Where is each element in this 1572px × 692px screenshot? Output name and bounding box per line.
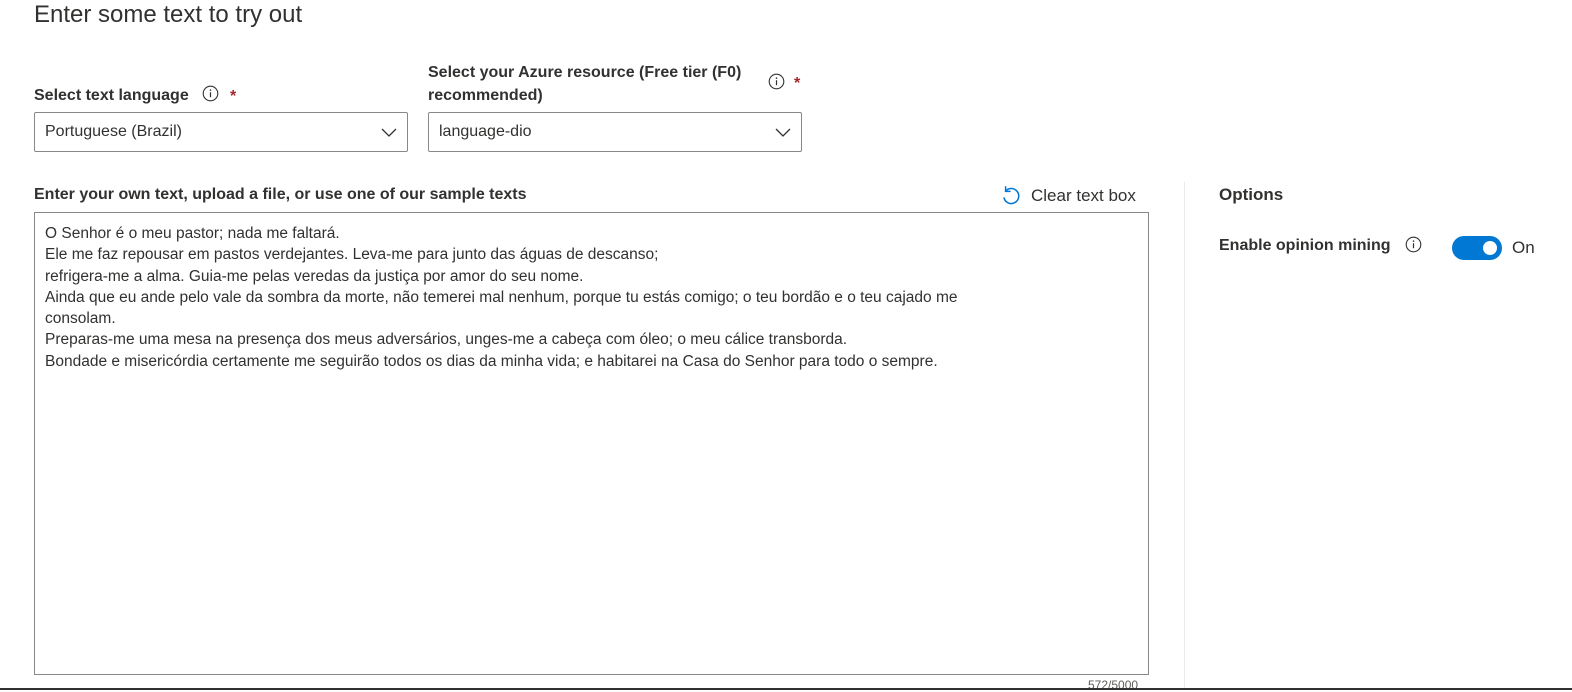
options-title: Options [1219, 185, 1284, 204]
resource-dropdown-value: language-dio [439, 123, 532, 140]
text-line: Ainda que eu ande pelo vale da sombra da… [45, 288, 958, 306]
required-marker: * [230, 88, 237, 105]
page-title: Enter some text to try out [34, 1, 303, 28]
required-marker: * [794, 75, 801, 92]
opinion-mining-toggle[interactable] [1452, 236, 1502, 260]
undo-icon [1003, 186, 1020, 205]
info-icon[interactable] [1405, 236, 1422, 253]
info-icon[interactable] [768, 73, 785, 90]
language-label: Select text language [34, 87, 189, 104]
clear-text-label: Clear text box [1031, 186, 1136, 205]
toggle-knob [1483, 241, 1497, 255]
panel-divider [1184, 182, 1185, 688]
language-dropdown[interactable]: Portuguese (Brazil) [34, 112, 408, 152]
text-line: O Senhor é o meu pastor; nada me faltará… [45, 225, 340, 242]
language-dropdown-value: Portuguese (Brazil) [45, 123, 182, 140]
text-line: refrigera-me a alma. Guia-me pelas vered… [45, 267, 584, 285]
resource-label: Select your Azure resource (Free tier (F… [428, 61, 758, 107]
clear-text-button[interactable]: Clear text box [1000, 184, 1136, 208]
chevron-down-icon [775, 128, 791, 137]
bottom-divider [0, 688, 1572, 690]
resource-dropdown[interactable]: language-dio [428, 112, 802, 152]
text-line: consolam. [45, 310, 116, 328]
text-line: Bondade e misericórdia certamente me seg… [45, 352, 938, 370]
text-line: Preparas-me uma mesa na presença dos meu… [45, 331, 848, 349]
resource-label-line2: recommended) [428, 87, 543, 104]
info-icon[interactable] [202, 85, 219, 102]
resource-label-line1: Select your Azure resource (Free tier (F… [428, 64, 742, 81]
text-input-label: Enter your own text, upload a file, or u… [34, 186, 527, 203]
text-input-area[interactable]: O Senhor é o meu pastor; nada me faltará… [34, 212, 1149, 675]
opinion-mining-label: Enable opinion mining [1219, 237, 1391, 254]
text-line: Ele me faz repousar em pastos verdejante… [45, 246, 659, 264]
toggle-state-label: On [1512, 238, 1535, 257]
chevron-down-icon [381, 128, 397, 137]
